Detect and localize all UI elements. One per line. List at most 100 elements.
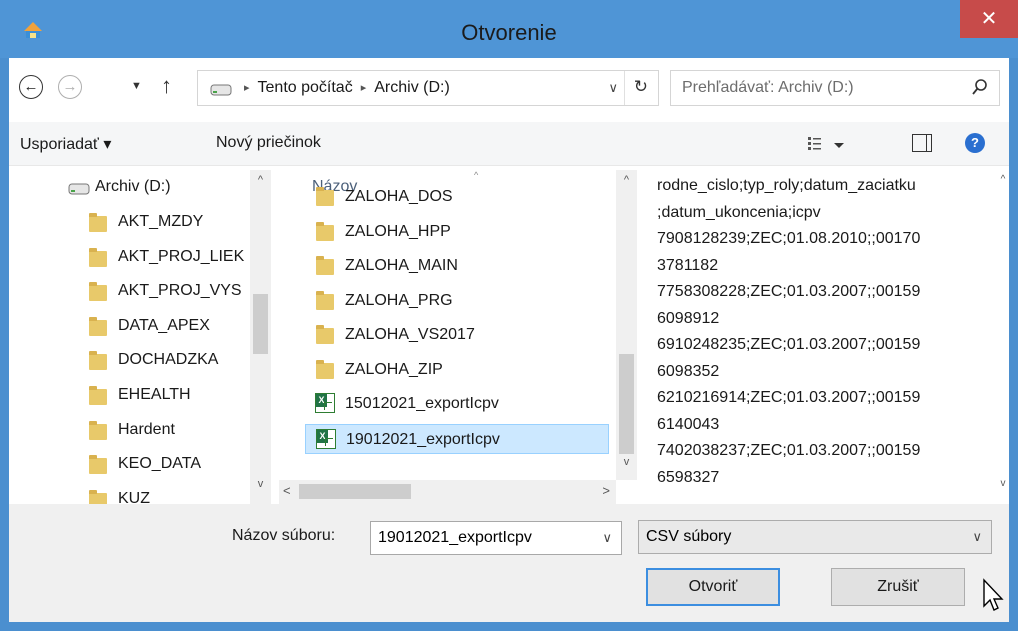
preview-line: rodne_cislo;typ_roly;datum_zaciatku bbox=[657, 177, 916, 194]
address-bar[interactable]: ▸ Tento počítač ▸ Archiv (D:) ∨ ↻ bbox=[197, 70, 659, 106]
breadcrumb-archiv[interactable]: Archiv (D:) bbox=[374, 79, 450, 96]
folder-icon bbox=[316, 325, 334, 344]
new-folder-button[interactable]: Nový priečinok bbox=[216, 134, 321, 152]
filetype-select[interactable]: CSV súbory ∨ bbox=[638, 520, 992, 554]
folder-icon bbox=[316, 221, 334, 241]
file-list: Názov ^ ZALOHA_DOS ZALOHA_HPP ZALOHA_MAIN Z… bbox=[279, 170, 621, 504]
refresh-button[interactable]: ↻ bbox=[634, 77, 648, 97]
preview-line: 7402038237;ZEC;01.03.2007;;00159 bbox=[657, 442, 921, 459]
preview-line: 7758308228;ZEC;01.03.2007;;00159 bbox=[657, 283, 921, 300]
file-name: ZALOHA_VS2017 bbox=[345, 326, 475, 343]
tree-item-label: DATA_APEX bbox=[118, 316, 210, 334]
hscroll-thumb[interactable] bbox=[299, 484, 411, 499]
recent-locations-dropdown[interactable]: ▼ bbox=[131, 80, 142, 92]
breadcrumb-this-pc[interactable]: Tento počítač bbox=[258, 79, 353, 96]
tree-item-label: AKT_MZDY bbox=[118, 213, 204, 230]
chevron-down-icon[interactable]: ∨ bbox=[972, 529, 982, 545]
file-row[interactable]: 19012021_exportIcpv bbox=[305, 423, 609, 454]
address-divider bbox=[624, 71, 625, 105]
file-list-hscrollbar[interactable]: < > bbox=[279, 480, 616, 504]
search-box[interactable]: Prehľadávať: Archiv (D:) bbox=[670, 70, 1000, 106]
folder-row[interactable]: ZALOHA_HPP bbox=[305, 217, 609, 247]
search-input[interactable]: Prehľadávať: Archiv (D:) bbox=[682, 79, 854, 97]
tree-item-label: Archiv (D:) bbox=[95, 178, 171, 195]
preview-line: 6210216914;ZEC;01.03.2007;;00159 bbox=[657, 389, 921, 406]
help-icon[interactable]: ? bbox=[965, 133, 985, 153]
close-button[interactable]: ✕ bbox=[960, 0, 1018, 38]
filename-value[interactable]: 19012021_exportIcpv bbox=[378, 529, 532, 547]
preview-line: 6140043 bbox=[657, 415, 720, 433]
dialog-body: ← → ▼ ↑ ▸ Tento počítač ▸ Archiv (D:) ∨ ↻ P… bbox=[9, 58, 1009, 622]
file-row[interactable]: 15012021_exportIcpv bbox=[305, 389, 609, 419]
preview-content: rodne_cislo;typ_roly;datum_zaciatku ;datu… bbox=[657, 173, 997, 491]
filename-dropdown[interactable]: ∨ bbox=[602, 530, 612, 546]
folder-row[interactable]: ZALOHA_DOS bbox=[305, 182, 609, 212]
folder-icon bbox=[89, 247, 107, 267]
preview-scrollbar[interactable]: ^ v bbox=[997, 170, 1009, 504]
drive-icon bbox=[210, 84, 232, 96]
scroll-down-arrow[interactable]: v bbox=[997, 478, 1009, 489]
folder-icon bbox=[316, 359, 334, 379]
preview-line: 6598327 bbox=[657, 468, 720, 486]
scroll-thumb[interactable] bbox=[619, 354, 634, 454]
csv-file-icon bbox=[315, 393, 335, 413]
up-button[interactable]: ↑ bbox=[161, 73, 172, 99]
folder-icon bbox=[89, 489, 107, 504]
open-file-dialog: Otvorenie ✕ ← → ▼ ↑ ▸ Tento počítač ▸ Archi… bbox=[0, 0, 1018, 631]
tree-item-label: KUZ bbox=[118, 489, 150, 504]
folder-row[interactable]: ZALOHA_ZIP bbox=[305, 355, 609, 385]
preview-line: ;datum_ukoncenia;icpv bbox=[657, 203, 821, 221]
folder-row[interactable]: ZALOHA_PRG bbox=[305, 286, 609, 316]
tree-item-label: EHEALTH bbox=[118, 386, 191, 403]
command-bar: Usporiadať ▾ Nový priečinok ? bbox=[9, 122, 1009, 166]
file-list-scrollbar[interactable]: ^ v bbox=[616, 170, 637, 480]
organize-menu[interactable]: Usporiadať ▾ bbox=[20, 134, 111, 154]
file-name: 19012021_exportIcpv bbox=[346, 430, 500, 448]
open-button[interactable]: Otvoriť bbox=[646, 568, 780, 606]
back-button[interactable]: ← bbox=[19, 75, 43, 99]
scroll-up-arrow[interactable]: ^ bbox=[997, 174, 1009, 185]
address-history-dropdown[interactable]: ∨ bbox=[608, 80, 618, 96]
file-name: ZALOHA_MAIN bbox=[345, 257, 458, 274]
folder-icon bbox=[316, 256, 334, 275]
forward-button[interactable]: → bbox=[58, 75, 82, 99]
scroll-left-arrow[interactable]: < bbox=[283, 483, 291, 498]
tree-item-label: KEO_DATA bbox=[118, 455, 201, 473]
folder-row[interactable]: ZALOHA_VS2017 bbox=[305, 320, 609, 350]
preview-line: 3781182 bbox=[657, 256, 719, 274]
scroll-thumb[interactable] bbox=[253, 294, 268, 354]
file-name: ZALOHA_HPP bbox=[345, 222, 451, 240]
csv-file-icon bbox=[316, 428, 336, 449]
dialog-footer: Názov súboru: 19012021_exportIcpv ∨ CSV … bbox=[9, 504, 1009, 622]
file-name: ZALOHA_DOS bbox=[345, 188, 453, 205]
cancel-button[interactable]: Zrušiť bbox=[831, 568, 965, 606]
folder-icon bbox=[316, 187, 334, 206]
preview-pane: rodne_cislo;typ_roly;datum_zaciatku ;datu… bbox=[649, 170, 1009, 504]
sort-indicator: ^ bbox=[474, 170, 479, 180]
scroll-up-arrow[interactable]: ^ bbox=[616, 174, 637, 186]
search-icon[interactable] bbox=[971, 78, 989, 98]
preview-line: 7908128239;ZEC;01.08.2010;;00170 bbox=[657, 230, 921, 247]
breadcrumb-separator: ▸ bbox=[360, 82, 367, 94]
scroll-down-arrow[interactable]: v bbox=[616, 456, 637, 468]
folder-icon bbox=[89, 455, 107, 475]
tree-item-label: AKT_PROJ_VYS bbox=[118, 282, 242, 300]
preview-pane-icon[interactable] bbox=[912, 134, 932, 152]
drive-icon bbox=[68, 183, 90, 195]
scroll-down-arrow[interactable]: v bbox=[250, 478, 271, 490]
folder-row[interactable]: ZALOHA_MAIN bbox=[305, 251, 609, 281]
scroll-right-arrow[interactable]: > bbox=[602, 483, 610, 498]
navigation-pane: Archiv (D:) AKT_MZDY AKT_PROJ_LIEK AKT_PRO… bbox=[9, 170, 271, 504]
folder-icon bbox=[89, 351, 107, 371]
breadcrumb: ▸ Tento počítač ▸ Archiv (D:) bbox=[236, 79, 450, 97]
tree-item-label: DOCHADZKA bbox=[118, 351, 219, 369]
tree-item-label: AKT_PROJ_LIEK bbox=[118, 247, 245, 265]
preview-line: 6910248235;ZEC;01.03.2007;;00159 bbox=[657, 336, 921, 353]
filetype-value: CSV súbory bbox=[646, 528, 732, 545]
filename-field[interactable]: 19012021_exportIcpv ∨ bbox=[370, 521, 622, 555]
change-view-icon[interactable] bbox=[806, 133, 852, 155]
scroll-up-arrow[interactable]: ^ bbox=[250, 174, 271, 186]
navigation-scrollbar[interactable]: ^ v bbox=[250, 170, 271, 504]
folder-icon bbox=[89, 316, 107, 336]
title-bar: Otvorenie ✕ bbox=[0, 0, 1018, 58]
